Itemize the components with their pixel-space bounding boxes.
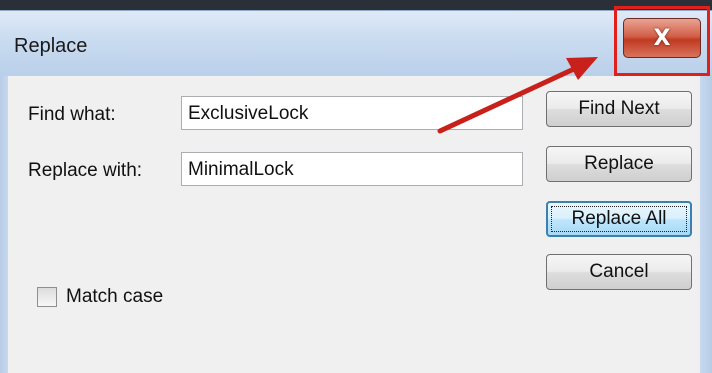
replace-with-label-text: Replace with: (28, 160, 143, 181)
replace-with-input[interactable]: MinimalLock (181, 152, 523, 186)
focus-rectangle (551, 206, 687, 232)
replace-with-value: MinimalLock (188, 159, 294, 180)
replace-label: Replace (584, 153, 654, 174)
find-what-label-text: Find what: (28, 104, 116, 125)
find-next-button[interactable]: Find Next (546, 91, 692, 127)
window-frame-right (700, 76, 712, 373)
replace-with-label: Replace with: (28, 160, 142, 182)
title-bar[interactable]: Replace (0, 10, 712, 77)
match-case-checkbox[interactable] (37, 287, 57, 307)
find-what-value: ExclusiveLock (188, 103, 309, 124)
replace-button[interactable]: Replace (546, 146, 692, 182)
window-frame-left (0, 76, 8, 373)
find-next-label: Find Next (578, 98, 660, 119)
close-button-highlight (614, 6, 710, 76)
cancel-button[interactable]: Cancel (546, 254, 692, 290)
match-case-label-text: Match case (66, 286, 164, 307)
find-what-label: Find what: (28, 104, 116, 126)
find-what-input[interactable]: ExclusiveLock (181, 96, 523, 130)
replace-dialog: Replace X (0, 6, 712, 373)
window-title: Replace (14, 35, 88, 57)
cancel-label: Cancel (589, 261, 649, 282)
match-case-label[interactable]: Match case (66, 286, 163, 308)
replace-all-button[interactable]: Replace All (546, 201, 692, 237)
